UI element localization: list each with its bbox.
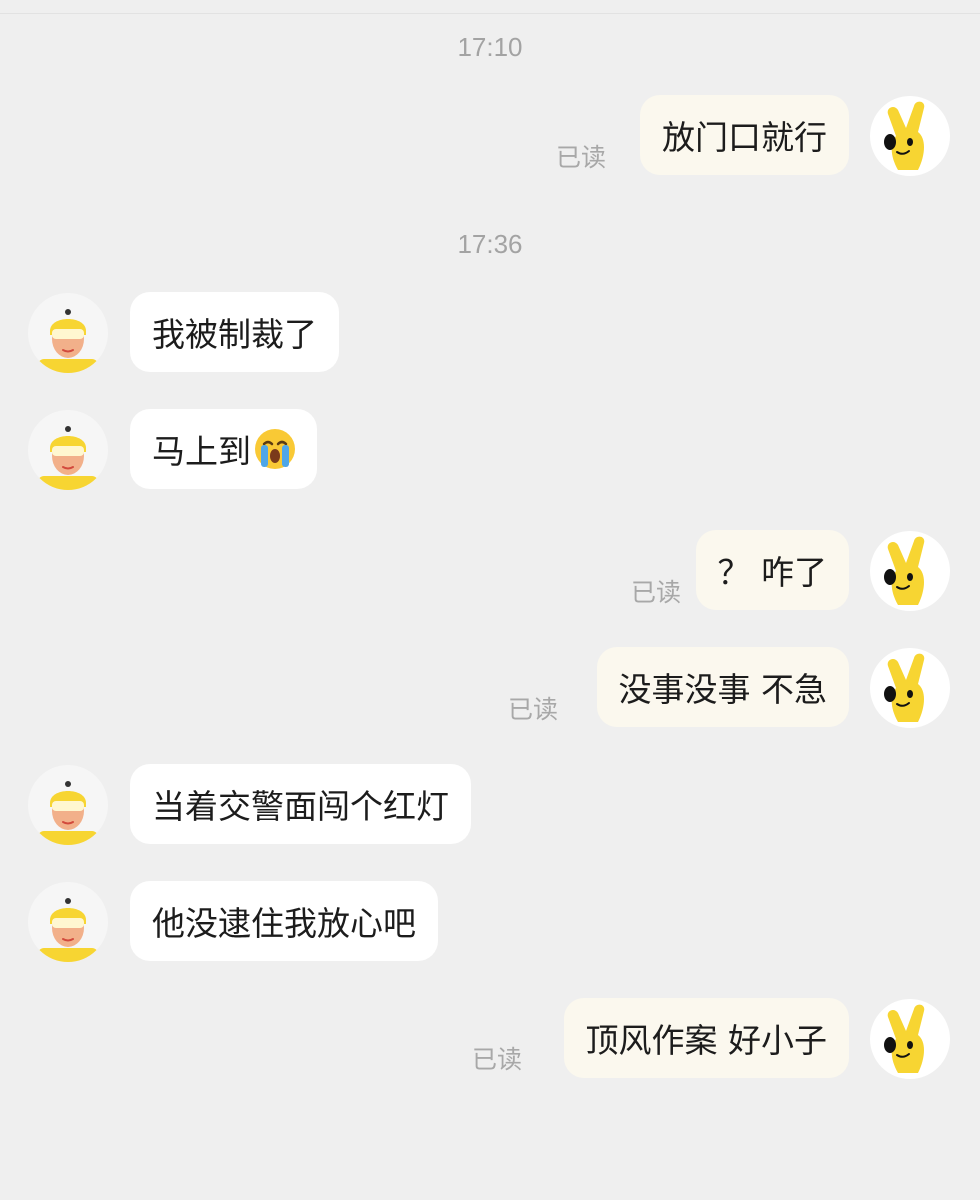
timestamp: 17:36 xyxy=(457,229,523,259)
message-bubble-received[interactable]: 当着交警面闯个红灯 xyxy=(130,764,471,844)
message-text: 马上到 xyxy=(152,432,251,471)
timestamp: 17:10 xyxy=(457,32,523,62)
my-avatar[interactable] xyxy=(870,96,950,176)
yellow-hand-mascot-icon xyxy=(884,653,925,722)
my-avatar[interactable] xyxy=(870,648,950,728)
contact-avatar[interactable] xyxy=(28,410,108,490)
yellow-hand-mascot-icon xyxy=(884,536,925,605)
message-bubble-sent[interactable]: 顶风作案 好小子 xyxy=(563,998,849,1078)
read-receipt: 已读 xyxy=(555,143,606,172)
courier-helmet-avatar-icon xyxy=(38,426,98,490)
my-avatar[interactable] xyxy=(870,999,950,1079)
courier-helmet-avatar-icon xyxy=(38,781,98,845)
my-avatar[interactable] xyxy=(870,531,950,611)
message-bubble-sent[interactable]: 没事没事 不急 xyxy=(596,647,849,727)
message-bubble-sent[interactable]: ？ 咋了 xyxy=(695,530,849,610)
yellow-hand-mascot-icon xyxy=(884,101,925,170)
message-bubble-received[interactable]: 马上到 xyxy=(130,409,317,489)
message-bubble-received[interactable]: 我被制裁了 xyxy=(130,292,339,372)
courier-helmet-avatar-icon xyxy=(38,309,98,373)
contact-avatar[interactable] xyxy=(28,765,108,845)
crying-face-emoji-icon xyxy=(253,427,297,471)
top-divider xyxy=(0,13,980,14)
read-receipt: 已读 xyxy=(630,578,681,607)
courier-helmet-avatar-icon xyxy=(38,898,98,962)
message-bubble-received[interactable]: 他没逮住我放心吧 xyxy=(130,881,438,961)
read-receipt: 已读 xyxy=(507,695,558,724)
yellow-hand-mascot-icon xyxy=(884,1004,925,1073)
contact-avatar[interactable] xyxy=(28,293,108,373)
contact-avatar[interactable] xyxy=(28,882,108,962)
read-receipt: 已读 xyxy=(471,1045,522,1074)
message-bubble-sent[interactable]: 放门口就行 xyxy=(640,95,849,175)
